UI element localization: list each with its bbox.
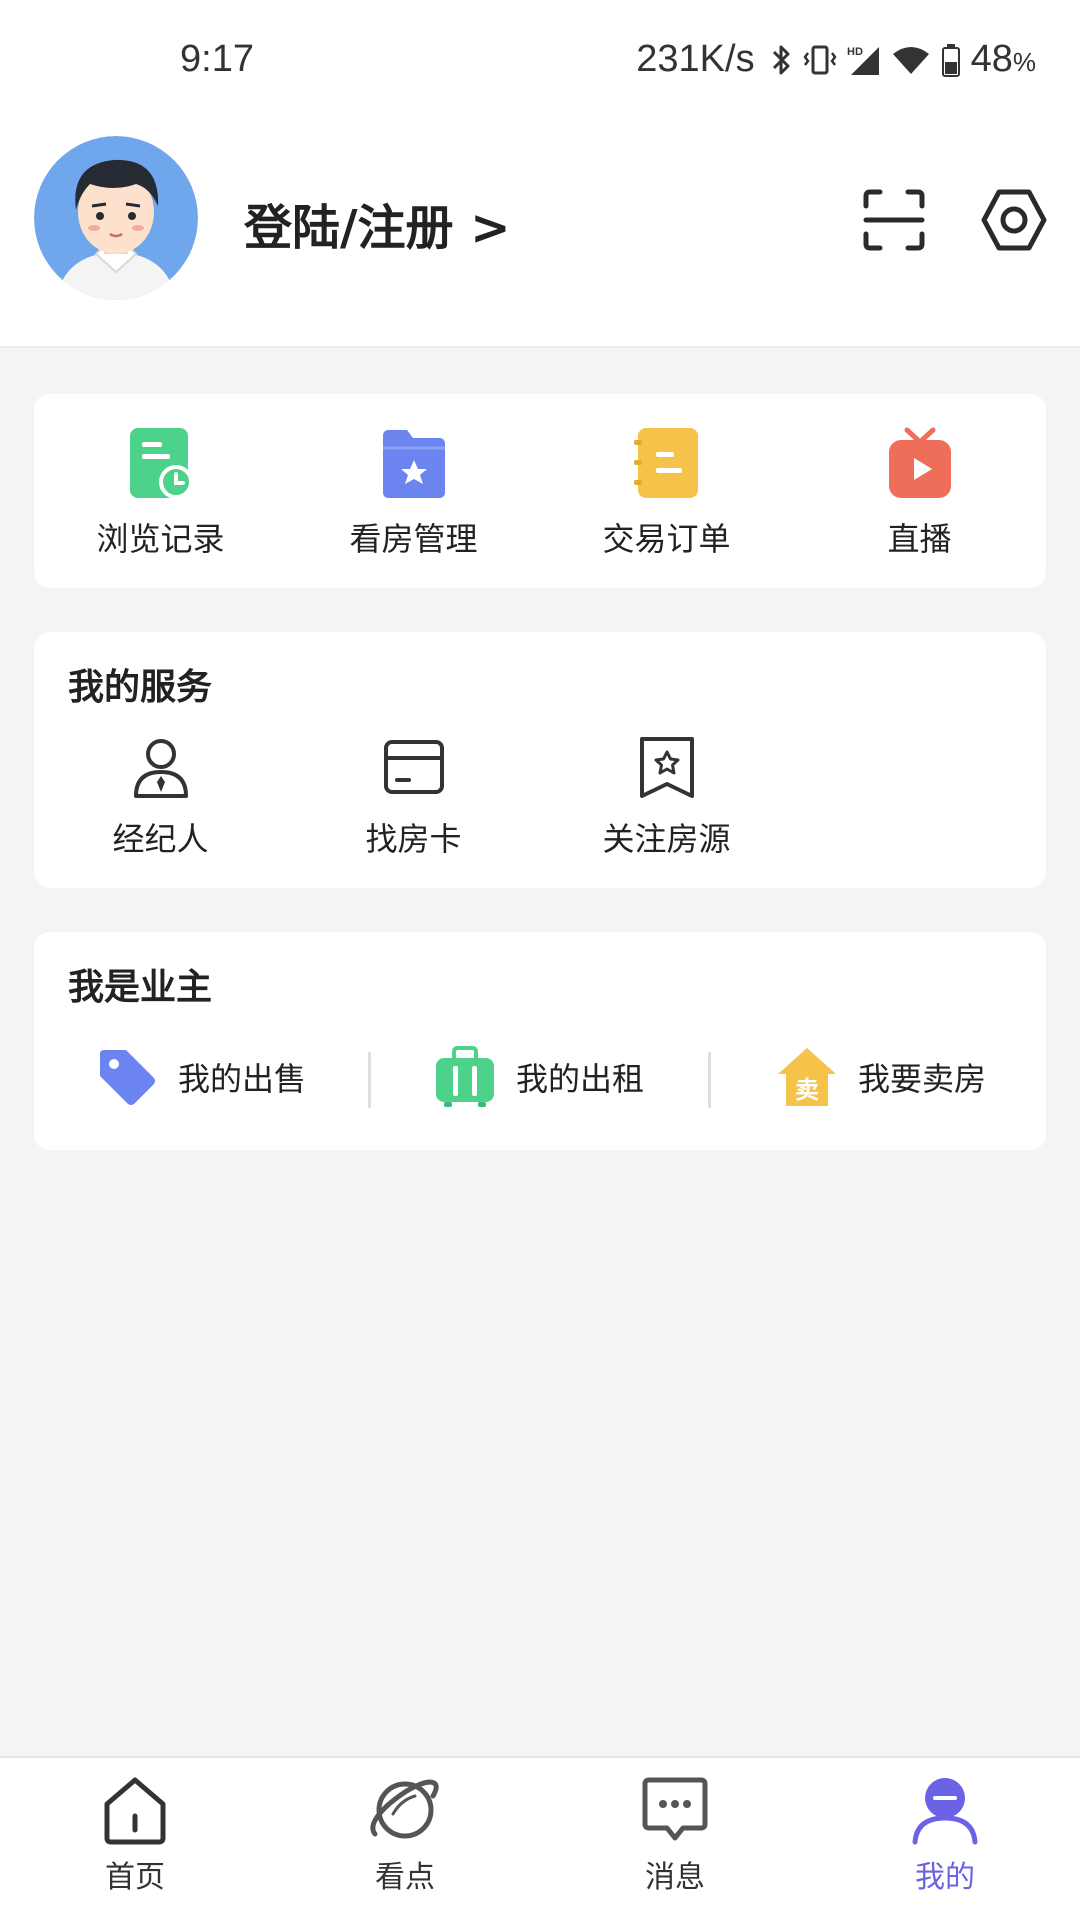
service-item-follow[interactable]: 关注房源 — [540, 736, 793, 860]
owner-actions: 我的出售 我的出租 卖 我要卖房 — [34, 1042, 1046, 1112]
profile-row: 登陆/注册 > — [0, 136, 1080, 306]
battery-percent: 48 — [970, 38, 1013, 80]
agent-icon — [133, 739, 188, 798]
bluetooth-icon — [772, 45, 790, 74]
status-indicators: 231K/s HD 48% — [636, 38, 1036, 81]
vibrate-icon — [803, 45, 837, 74]
wifi-icon — [892, 46, 929, 74]
service-item-label: 找房卡 — [365, 820, 462, 858]
order-book-icon — [633, 428, 698, 498]
planet-icon — [370, 1779, 439, 1839]
user-avatar-icon — [34, 136, 198, 300]
quick-item-orders[interactable]: 交易订单 — [540, 426, 793, 560]
live-tv-icon — [888, 427, 951, 498]
quick-actions-card: 浏览记录 看房管理 交易订单 直播 — [34, 394, 1046, 588]
hd-signal-icon: HD — [847, 46, 879, 75]
home-icon — [104, 1777, 166, 1845]
service-item-label: 经纪人 — [112, 820, 209, 858]
sell-house-icon: 卖 — [778, 1048, 836, 1106]
header-area: 9:17 231K/s HD 48% 登陆/注册 > — [0, 0, 1080, 348]
sell-badge: 卖 — [795, 1076, 819, 1104]
my-services-card: 我的服务 经纪人 找房卡 关注房源 — [34, 632, 1046, 888]
quick-item-live[interactable]: 直播 — [793, 426, 1046, 560]
history-icon — [129, 428, 193, 499]
owner-item-rent[interactable]: 我的出租 — [434, 1042, 644, 1112]
owner-item-label: 我要卖房 — [858, 1060, 987, 1098]
scan-icon[interactable] — [862, 188, 926, 252]
divider — [368, 1052, 371, 1108]
owner-title: 我是业主 — [68, 967, 213, 1008]
status-time: 9:17 — [180, 38, 254, 80]
battery-icon — [941, 43, 960, 77]
avatar[interactable] — [34, 136, 198, 300]
message-icon — [642, 1777, 708, 1841]
battery-level: 48% — [971, 38, 1036, 81]
bookmark-star-icon — [639, 737, 694, 798]
service-item-agent[interactable]: 经纪人 — [34, 736, 287, 860]
services-title: 我的服务 — [68, 667, 213, 708]
profile-icon — [912, 1778, 978, 1845]
tab-label: 看点 — [375, 1860, 435, 1895]
svg-text:HD: HD — [847, 46, 863, 58]
settings-icon[interactable] — [980, 186, 1048, 254]
tab-discover[interactable]: 看点 — [270, 1774, 540, 1896]
folder-star-icon — [382, 430, 445, 498]
card-icon — [383, 740, 444, 794]
service-item-card[interactable]: 找房卡 — [287, 736, 540, 860]
owner-item-sale[interactable]: 我的出售 — [96, 1042, 306, 1112]
quick-item-label: 看房管理 — [349, 520, 478, 558]
suitcase-icon — [436, 1046, 494, 1107]
tab-home[interactable]: 首页 — [0, 1774, 270, 1896]
tag-icon — [100, 1050, 155, 1105]
tab-label: 我的 — [915, 1860, 975, 1895]
quick-item-viewing[interactable]: 看房管理 — [287, 426, 540, 560]
tab-label: 消息 — [645, 1860, 705, 1895]
tab-messages[interactable]: 消息 — [540, 1774, 810, 1896]
bottom-tab-bar: 首页 看点 消息 我的 — [0, 1756, 1080, 1920]
network-speed: 231K/s — [636, 38, 755, 80]
owner-item-label: 我的出租 — [516, 1060, 645, 1098]
quick-item-label: 交易订单 — [602, 520, 731, 558]
login-register-link[interactable]: 登陆/注册 > — [244, 188, 510, 258]
battery-unit: % — [1012, 47, 1036, 77]
status-bar: 9:17 231K/s HD 48% — [0, 0, 1080, 120]
owner-item-label: 我的出售 — [178, 1060, 307, 1098]
quick-item-label: 浏览记录 — [96, 520, 225, 558]
service-item-label: 关注房源 — [602, 820, 731, 858]
tab-mine[interactable]: 我的 — [810, 1774, 1080, 1896]
tab-label: 首页 — [105, 1860, 165, 1895]
quick-item-history[interactable]: 浏览记录 — [34, 426, 287, 560]
owner-item-sell-house[interactable]: 卖 我要卖房 — [776, 1042, 986, 1112]
owner-card: 我是业主 我的出售 我的出租 卖 我要卖房 — [34, 932, 1046, 1150]
divider — [708, 1052, 711, 1108]
quick-item-label: 直播 — [887, 520, 952, 558]
